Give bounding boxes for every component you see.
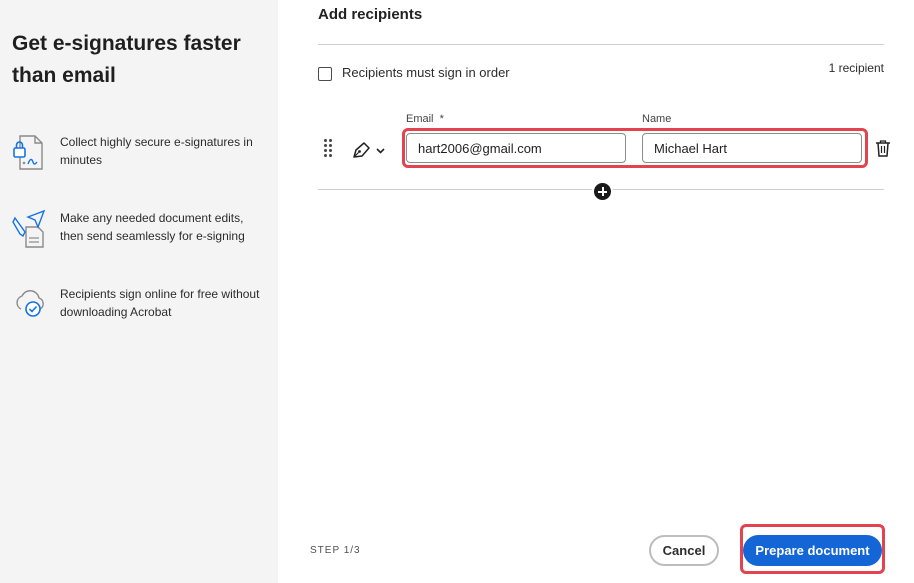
name-label: Name <box>642 113 672 125</box>
cloud-check-icon <box>16 290 44 317</box>
pen-icon <box>353 142 370 158</box>
feature-item: Recipients sign online for free without … <box>12 285 272 333</box>
email-label: Email * <box>406 113 444 125</box>
edit-send-icon <box>12 209 46 248</box>
sign-in-order-label[interactable]: Recipients must sign in order <box>342 65 510 80</box>
add-recipients-page: Get e-signatures faster than email Colle… <box>0 0 914 583</box>
add-recipient-button[interactable] <box>592 181 613 202</box>
chevron-down-icon <box>376 148 385 154</box>
feature-text: Recipients sign online for free without … <box>60 287 260 319</box>
page-title: Add recipients <box>318 6 423 23</box>
sign-in-order-checkbox[interactable] <box>318 67 332 81</box>
sign-in-order-row: Recipients must sign in order 1 recipien… <box>318 61 884 84</box>
prepare-document-button[interactable]: Prepare document <box>743 535 882 566</box>
drag-handle-icon[interactable] <box>324 139 334 157</box>
panel-heading: Get e-signatures faster than email <box>12 32 241 87</box>
step-indicator: STEP 1/3 <box>310 545 361 556</box>
feature-text: Collect highly secure e-signatures in mi… <box>60 135 253 167</box>
info-panel: Get e-signatures faster than email Colle… <box>0 0 278 583</box>
name-field[interactable] <box>642 133 862 163</box>
role-selector[interactable] <box>350 139 390 161</box>
feature-text: Make any needed document edits, then sen… <box>60 211 245 243</box>
cancel-button[interactable]: Cancel <box>649 535 719 566</box>
divider <box>318 44 884 45</box>
recipient-count: 1 recipient <box>828 61 884 75</box>
delete-recipient-icon[interactable] <box>875 139 891 157</box>
email-field[interactable] <box>406 133 626 163</box>
required-marker: * <box>439 113 444 125</box>
feature-item: Collect highly secure e-signatures in mi… <box>12 133 272 181</box>
secure-document-icon <box>13 135 43 170</box>
feature-item: Make any needed document edits, then sen… <box>12 209 272 257</box>
